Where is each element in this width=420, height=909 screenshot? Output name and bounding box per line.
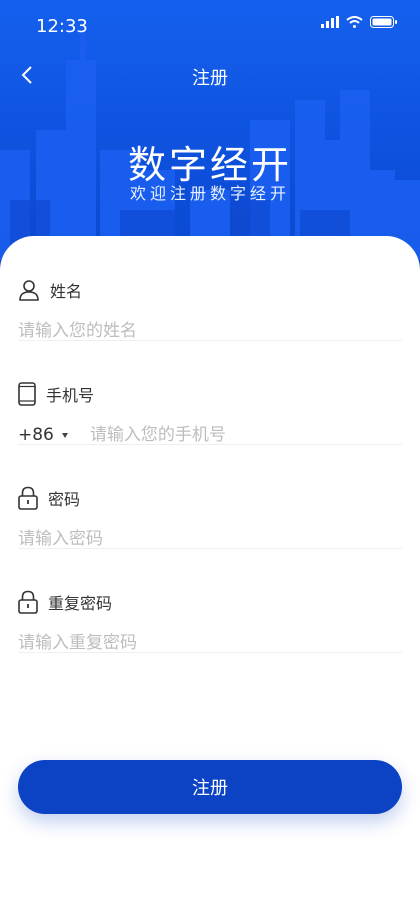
status-icons xyxy=(321,16,398,28)
confirm-password-label-text: 重复密码 xyxy=(48,594,113,613)
signal-icon xyxy=(321,16,339,28)
confirm-password-label: 重复密码 xyxy=(18,590,112,614)
password-label: 密码 xyxy=(18,486,80,510)
battery-icon xyxy=(370,16,397,28)
country-code-select[interactable]: +86 xyxy=(18,425,68,445)
password-field: 密码 xyxy=(18,444,402,554)
confirm-password-input[interactable] xyxy=(18,628,402,658)
register-button[interactable]: 注册 xyxy=(18,760,402,814)
phone-label-text: 手机号 xyxy=(46,386,95,405)
brand-subtitle: 欢迎注册数字经开 xyxy=(129,184,290,203)
status-time: 12:33 xyxy=(36,16,88,37)
caret-down-icon xyxy=(61,432,68,438)
confirm-password-field: 重复密码 xyxy=(18,548,402,658)
navbar: 注册 xyxy=(0,54,420,98)
name-label: 姓名 xyxy=(18,278,82,302)
country-code-value: +86 xyxy=(18,425,54,445)
user-icon xyxy=(19,280,39,301)
status-bar: 12:33 xyxy=(0,0,420,54)
page-title: 注册 xyxy=(192,68,228,89)
phone-field: 手机号 +86 xyxy=(18,340,402,445)
phone-input[interactable] xyxy=(89,425,402,445)
phone-icon xyxy=(18,382,36,406)
lock-icon xyxy=(18,486,38,510)
wifi-icon xyxy=(346,16,363,28)
lock-icon xyxy=(18,590,38,614)
name-field: 姓名 xyxy=(18,236,402,346)
password-label-text: 密码 xyxy=(48,490,81,509)
phone-label: 手机号 xyxy=(18,382,94,406)
name-label-text: 姓名 xyxy=(50,282,83,301)
